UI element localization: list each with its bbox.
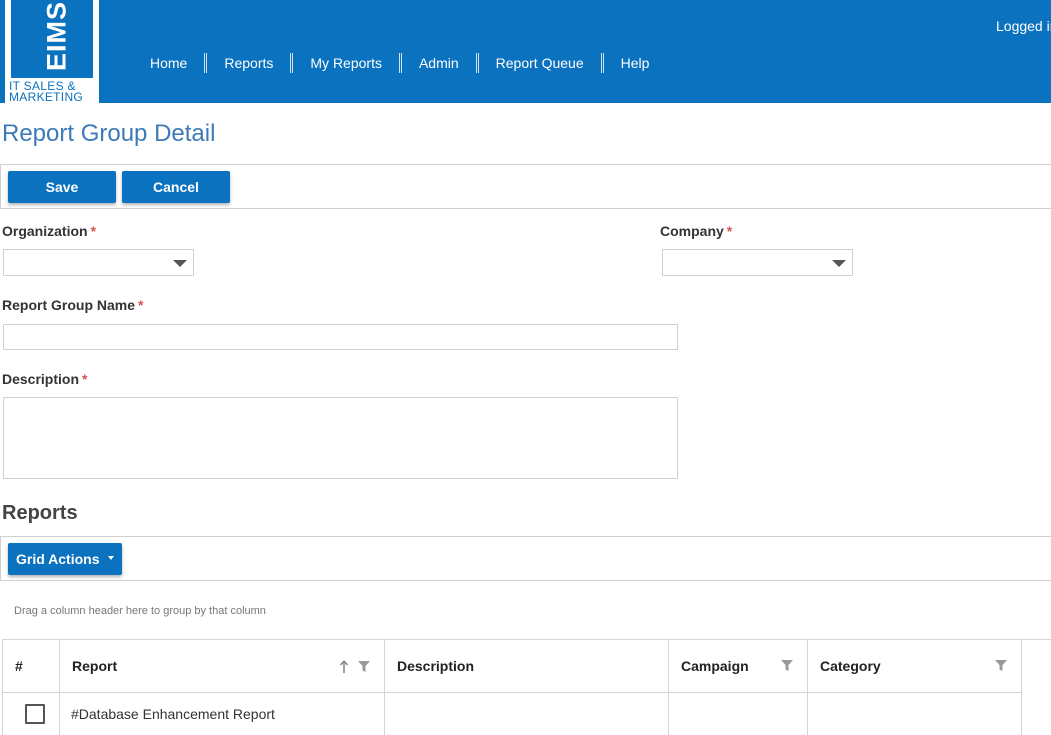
filter-icon[interactable] (781, 660, 793, 672)
nav-help[interactable]: Help (604, 52, 667, 74)
report-group-name-label: Report Group Name * (2, 297, 143, 313)
report-group-name-input[interactable] (3, 324, 678, 350)
organization-label: Organization * (2, 223, 96, 239)
page-title: Report Group Detail (2, 120, 216, 147)
column-header-label: # (15, 657, 23, 674)
filter-icon[interactable] (995, 660, 1007, 672)
save-button[interactable]: Save (8, 171, 116, 203)
reports-grid: # Report Description Campaign Category #… (2, 639, 1051, 735)
company-select[interactable] (662, 249, 853, 276)
nav-home[interactable]: Home (133, 52, 204, 74)
top-header: EIMS IT SALES & MARKETING Home Reports M… (0, 0, 1051, 103)
caret-down-icon (107, 556, 114, 561)
report-name-cell: #Database Enhancement Report (59, 692, 385, 735)
group-by-hint: Drag a column header here to group by th… (14, 605, 266, 617)
form-toolbar: Save Cancel (0, 164, 1051, 209)
logo-brand-text: EIMS (41, 0, 72, 72)
grid-actions-button[interactable]: Grid Actions (8, 543, 122, 575)
organization-select[interactable] (3, 249, 194, 276)
column-header-campaign[interactable]: Campaign (668, 640, 808, 693)
chevron-down-icon (173, 260, 187, 267)
logged-in-text: Logged in (996, 18, 1051, 34)
description-label-text: Description (2, 371, 80, 387)
required-marker: * (726, 223, 733, 239)
column-header-description[interactable]: Description (384, 640, 669, 693)
logo-box: EIMS (11, 0, 93, 78)
required-marker: * (82, 371, 88, 387)
description-textarea[interactable] (3, 397, 678, 479)
nav-admin[interactable]: Admin (402, 52, 476, 74)
table-row: #Database Enhancement Report (2, 692, 1022, 735)
eims-logo[interactable]: EIMS IT SALES & MARKETING (5, 0, 99, 103)
table-header-row: # Report Description Campaign Category (2, 640, 1022, 693)
required-marker: * (90, 223, 97, 239)
reports-section-title: Reports (2, 502, 78, 524)
cancel-button[interactable]: Cancel (122, 171, 230, 203)
column-header-report[interactable]: Report (59, 640, 385, 693)
column-header-label: Report (72, 657, 118, 674)
logo-subtitle-line2: MARKETING (9, 90, 84, 104)
company-label-text: Company (660, 223, 724, 239)
grid-toolbar: Grid Actions (0, 536, 1051, 581)
category-cell (807, 692, 1022, 735)
reports-table: # Report Description Campaign Category #… (2, 640, 1022, 735)
description-cell (384, 692, 669, 735)
filter-icon[interactable] (358, 661, 370, 673)
row-select-cell (2, 692, 60, 735)
row-checkbox[interactable] (25, 704, 45, 725)
nav-my-reports[interactable]: My Reports (293, 52, 399, 74)
company-label: Company * (660, 223, 732, 239)
organization-label-text: Organization (2, 223, 88, 239)
column-header-label: Category (820, 657, 881, 674)
grid-actions-label: Grid Actions (16, 551, 100, 567)
column-header-category[interactable]: Category (807, 640, 1022, 693)
nav-reports[interactable]: Reports (207, 52, 290, 74)
column-header-number[interactable]: # (2, 640, 60, 693)
nav-report-queue[interactable]: Report Queue (479, 52, 601, 74)
description-label: Description * (2, 371, 87, 387)
report-group-name-label-text: Report Group Name (2, 297, 136, 313)
column-header-label: Campaign (681, 657, 749, 674)
chevron-down-icon (832, 260, 846, 267)
column-header-label: Description (397, 657, 475, 674)
required-marker: * (138, 297, 144, 313)
campaign-cell (668, 692, 808, 735)
sort-ascending-icon[interactable] (339, 660, 349, 674)
main-nav: Home Reports My Reports Admin Report Que… (133, 52, 666, 74)
